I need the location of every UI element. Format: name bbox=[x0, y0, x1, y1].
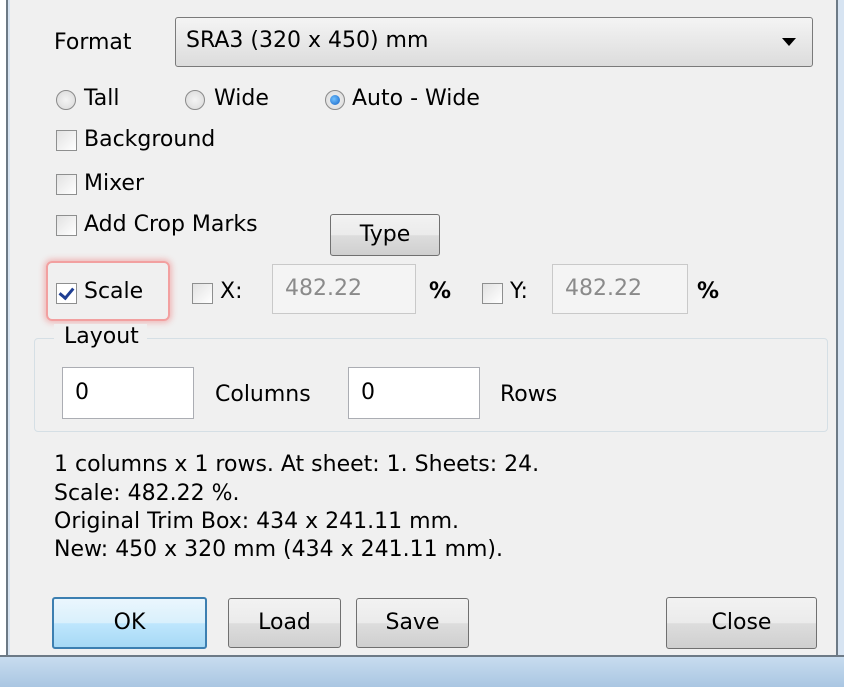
layout-group-title: Layout bbox=[54, 324, 147, 349]
columns-input[interactable]: 0 bbox=[62, 367, 194, 419]
format-dropdown-value: SRA3 (320 x 450) mm bbox=[186, 28, 429, 53]
scale-x-unit: % bbox=[429, 279, 452, 304]
tall-radio-label: Tall bbox=[84, 86, 120, 111]
scale-y-label: Y: bbox=[510, 279, 528, 304]
auto-wide-radio-label: Auto - Wide bbox=[352, 86, 480, 111]
info-line-1: 1 columns x 1 rows. At sheet: 1. Sheets:… bbox=[54, 452, 540, 477]
background-checkbox[interactable] bbox=[56, 130, 77, 151]
scale-y-input[interactable]: 482.22 bbox=[552, 264, 688, 314]
scale-x-checkbox[interactable] bbox=[192, 283, 213, 304]
rows-input[interactable]: 0 bbox=[348, 367, 480, 419]
scale-x-label: X: bbox=[220, 279, 243, 304]
scale-label: Scale bbox=[84, 279, 144, 304]
scale-checkbox[interactable] bbox=[56, 283, 77, 304]
mixer-label: Mixer bbox=[84, 171, 145, 196]
add-crop-marks-checkbox[interactable] bbox=[56, 215, 77, 236]
columns-label: Columns bbox=[215, 382, 311, 407]
window-frame-left bbox=[0, 0, 10, 687]
scale-y-checkbox[interactable] bbox=[482, 283, 503, 304]
tall-radio[interactable] bbox=[56, 90, 76, 110]
type-button[interactable]: Type bbox=[330, 214, 440, 256]
load-button[interactable]: Load bbox=[228, 598, 341, 648]
format-dropdown[interactable]: SRA3 (320 x 450) mm bbox=[175, 17, 813, 67]
add-crop-marks-label: Add Crop Marks bbox=[84, 212, 258, 237]
info-line-3: Original Trim Box: 434 x 241.11 mm. bbox=[54, 509, 459, 534]
window-frame-bottom bbox=[0, 655, 844, 687]
save-button[interactable]: Save bbox=[356, 598, 469, 648]
close-button[interactable]: Close bbox=[666, 597, 817, 649]
info-line-4: New: 450 x 320 mm (434 x 241.11 mm). bbox=[54, 537, 504, 562]
ok-button[interactable]: OK bbox=[52, 597, 207, 649]
wide-radio[interactable] bbox=[185, 90, 205, 110]
wide-radio-label: Wide bbox=[214, 86, 269, 111]
rows-label: Rows bbox=[500, 382, 558, 407]
format-label: Format bbox=[54, 30, 132, 55]
scale-x-input[interactable]: 482.22 bbox=[272, 264, 416, 314]
mixer-checkbox[interactable] bbox=[56, 174, 77, 195]
window-frame-right bbox=[836, 0, 844, 687]
info-line-2: Scale: 482.22 %. bbox=[54, 481, 240, 506]
chevron-down-icon bbox=[782, 38, 796, 46]
scale-y-unit: % bbox=[697, 279, 720, 304]
background-label: Background bbox=[84, 127, 216, 152]
auto-wide-radio[interactable] bbox=[325, 90, 345, 110]
